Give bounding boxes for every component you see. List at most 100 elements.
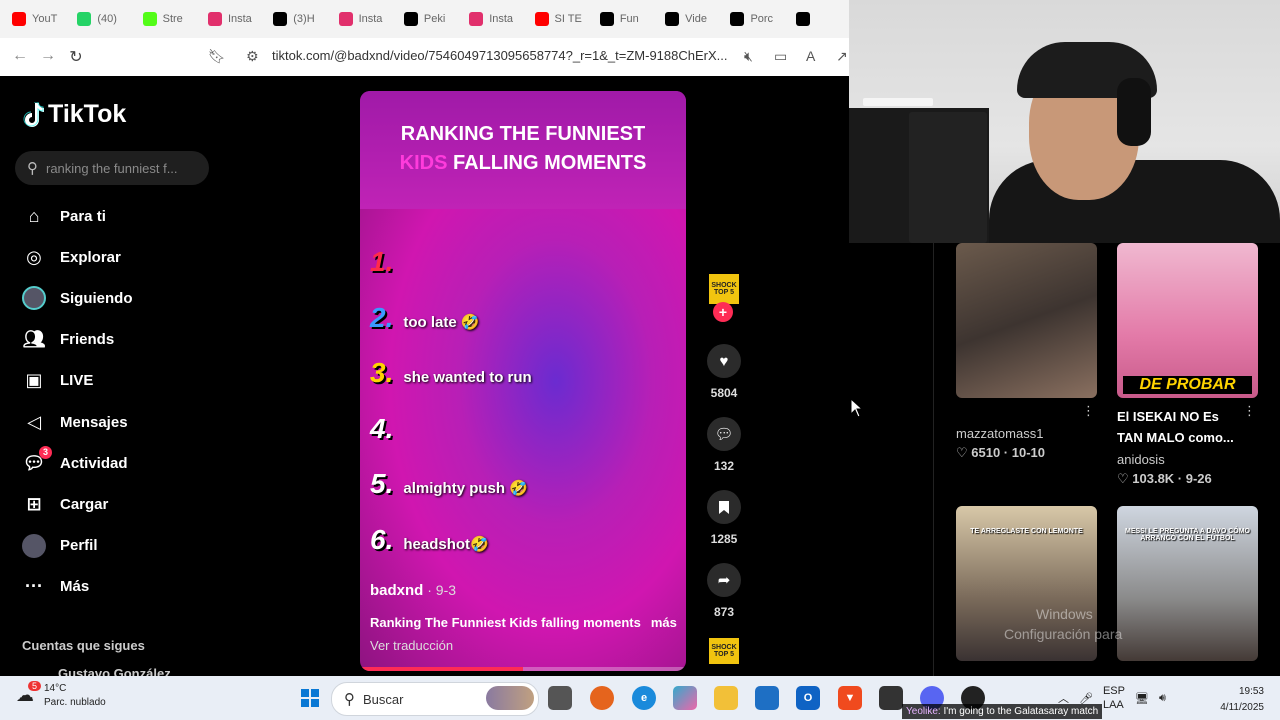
share-icon[interactable]: ↗: [836, 48, 848, 65]
back-icon[interactable]: ←: [6, 47, 34, 65]
browser-tab[interactable]: (40): [65, 4, 130, 34]
more-options-icon[interactable]: ⋮: [1082, 403, 1095, 419]
browser-tab[interactable]: Insta: [457, 4, 522, 34]
rank-number: 5.: [370, 468, 394, 499]
nav-item-para-ti[interactable]: ⌂ Para ti: [22, 204, 106, 228]
following-account[interactable]: Gustavo González: [58, 666, 171, 676]
copilot-icon[interactable]: [673, 686, 697, 710]
app-icon[interactable]: [879, 686, 903, 710]
video-author[interactable]: badxnd · 9-3: [370, 582, 456, 599]
recommended-video-card[interactable]: MESSI LE PREGUNTA A DAVO CÓMO ARRANCÓ CO…: [1117, 506, 1258, 661]
share-arrow-icon[interactable]: ➦: [707, 563, 741, 597]
nav-item-live[interactable]: ▣ LIVE: [22, 369, 93, 393]
tab-label: Stre: [162, 13, 183, 25]
tiktok-logo[interactable]: TikTok: [22, 100, 126, 129]
forward-icon[interactable]: →: [34, 47, 62, 65]
comment-action[interactable]: 💬︎ 132: [705, 417, 743, 473]
music-disc-icon[interactable]: SHOCK TOP 5: [709, 638, 739, 664]
save-action[interactable]: 1285: [705, 490, 743, 546]
search-icon: ⚲: [27, 160, 38, 177]
edge-icon[interactable]: e: [632, 686, 656, 710]
cast-icon[interactable]: ▭: [774, 48, 787, 65]
browser-tab[interactable]: (3)H: [261, 4, 326, 34]
more-options-icon[interactable]: ⋮: [1243, 403, 1256, 419]
firefox-icon[interactable]: [590, 686, 614, 710]
address-bar[interactable]: tiktok.com/@badxnd/video/754604971309565…: [272, 48, 728, 63]
browser-tab[interactable]: Stre: [131, 4, 196, 34]
recommended-video-card[interactable]: DE PROBAR ⋮ El ISEKAI NO Es TAN MALO como.…: [1117, 243, 1258, 487]
rank-label: she wanted to run: [403, 369, 532, 386]
taskbar-clock[interactable]: 19:53 4/11/2025: [1210, 684, 1264, 716]
video-thumbnail[interactable]: MESSI LE PREGUNTA A DAVO CÓMO ARRANCÓ CO…: [1117, 506, 1258, 661]
card-title[interactable]: El ISEKAI NO Es TAN MALO como...: [1117, 406, 1237, 448]
search-placeholder: ranking the funniest f...: [46, 160, 178, 176]
weather-widget[interactable]: ☁ 5 14°C Parc. nublado: [16, 681, 106, 710]
rank-label: almighty push 🤣: [403, 480, 528, 497]
site-settings-icon[interactable]: ⚙︎: [246, 48, 259, 65]
task-view-icon[interactable]: [548, 686, 572, 710]
recommended-video-card[interactable]: ⋮ mazzatomass1 ♡ 6510 · 10-10: [956, 243, 1097, 461]
nav-item-cargar[interactable]: ⊞ Cargar: [22, 492, 108, 516]
translate-icon[interactable]: A: [806, 48, 815, 64]
video-player[interactable]: RANKING THE FUNNIEST KIDS FALLING MOMENT…: [360, 91, 686, 671]
follow-plus-button[interactable]: +: [713, 302, 733, 322]
nav-item-friends[interactable]: 👥︎ Friends: [22, 328, 115, 352]
browser-tab[interactable]: Porc: [718, 4, 783, 34]
browser-tab[interactable]: [784, 4, 849, 34]
windows-taskbar: ☁ 5 14°C Parc. nublado ⚲ Buscar e O ▼ ︿ 🎤…: [0, 676, 1280, 720]
chat-user: Yeolike:: [906, 706, 941, 717]
nav-item-explorar[interactable]: ◎ Explorar: [22, 245, 121, 269]
nav-item-más[interactable]: ··· Más: [22, 575, 89, 599]
network-icon[interactable]: 🖥︎: [1135, 692, 1149, 705]
heart-icon[interactable]: ♥: [707, 344, 741, 378]
brave-icon[interactable]: ▼: [838, 686, 862, 710]
save-count: 1285: [710, 532, 738, 546]
browser-tab[interactable]: Vide: [653, 4, 718, 34]
stream-chat-subtitle: Yeolike: I'm going to the Galatasaray ma…: [902, 704, 1103, 719]
translate-link[interactable]: Ver traducción: [370, 638, 453, 653]
nav-item-siguiendo[interactable]: Siguiendo: [22, 286, 133, 311]
browser-tab[interactable]: SI TE: [523, 4, 588, 34]
store-icon[interactable]: [755, 686, 779, 710]
browser-tab[interactable]: Insta: [196, 4, 261, 34]
taskbar-search-input[interactable]: ⚲ Buscar: [331, 682, 539, 716]
kick-icon: [142, 12, 157, 26]
webcam-overlay: [849, 0, 1280, 243]
microphone-icon[interactable]: 🎤︎: [1079, 692, 1093, 705]
nav-item-mensajes[interactable]: ◁ Mensajes: [22, 410, 127, 434]
browser-tab[interactable]: Insta: [327, 4, 392, 34]
outlook-icon[interactable]: O: [796, 686, 820, 710]
nav-item-actividad[interactable]: 💬︎ 3 Actividad: [22, 446, 128, 475]
video-thumbnail[interactable]: DE PROBAR: [1117, 243, 1258, 398]
rank-item: 6. headshot🤣: [370, 524, 489, 556]
nav-item-perfil[interactable]: Perfil: [22, 533, 98, 558]
search-input[interactable]: ⚲ ranking the funniest f...: [15, 151, 209, 185]
file-explorer-icon[interactable]: [714, 686, 738, 710]
browser-tab[interactable]: YouT: [0, 4, 65, 34]
creator-avatar[interactable]: SHOCK TOP 5: [709, 274, 739, 304]
like-action[interactable]: ♥ 5804: [705, 344, 743, 400]
keyboard-shape: [863, 98, 933, 106]
bookmark-icon[interactable]: [707, 490, 741, 524]
streamer-body: [989, 160, 1280, 243]
card-author[interactable]: anidosis: [1117, 452, 1258, 467]
browser-tab[interactable]: Fun: [588, 4, 653, 34]
browser-tab-strip: YouT (40) Stre Insta (3)H Insta Peki Insta SI TE…: [0, 0, 849, 38]
comment-icon[interactable]: 💬︎: [707, 417, 741, 451]
video-progress-bar[interactable]: [360, 667, 686, 671]
card-author[interactable]: mazzatomass1: [956, 426, 1097, 441]
more-link[interactable]: más: [651, 615, 677, 630]
bookmark-icon[interactable]: 🔖︎: [208, 48, 226, 65]
video-thumbnail[interactable]: [956, 243, 1097, 398]
reload-icon[interactable]: ↻: [62, 47, 90, 67]
watermark-line2: Configuración para: [1004, 626, 1123, 642]
language-indicator[interactable]: ESP LAA: [1103, 684, 1125, 712]
nav-label: Para ti: [60, 207, 106, 225]
volume-icon[interactable]: 🔊︎: [1159, 692, 1166, 705]
audio-muted-icon[interactable]: 🔇︎: [744, 48, 753, 65]
browser-tab[interactable]: Peki: [392, 4, 457, 34]
rank-label: too late 🤣: [403, 313, 480, 331]
share-action[interactable]: ➦ 873: [705, 563, 743, 619]
nav-label: Explorar: [60, 248, 121, 266]
windows-start-icon[interactable]: [298, 686, 322, 710]
